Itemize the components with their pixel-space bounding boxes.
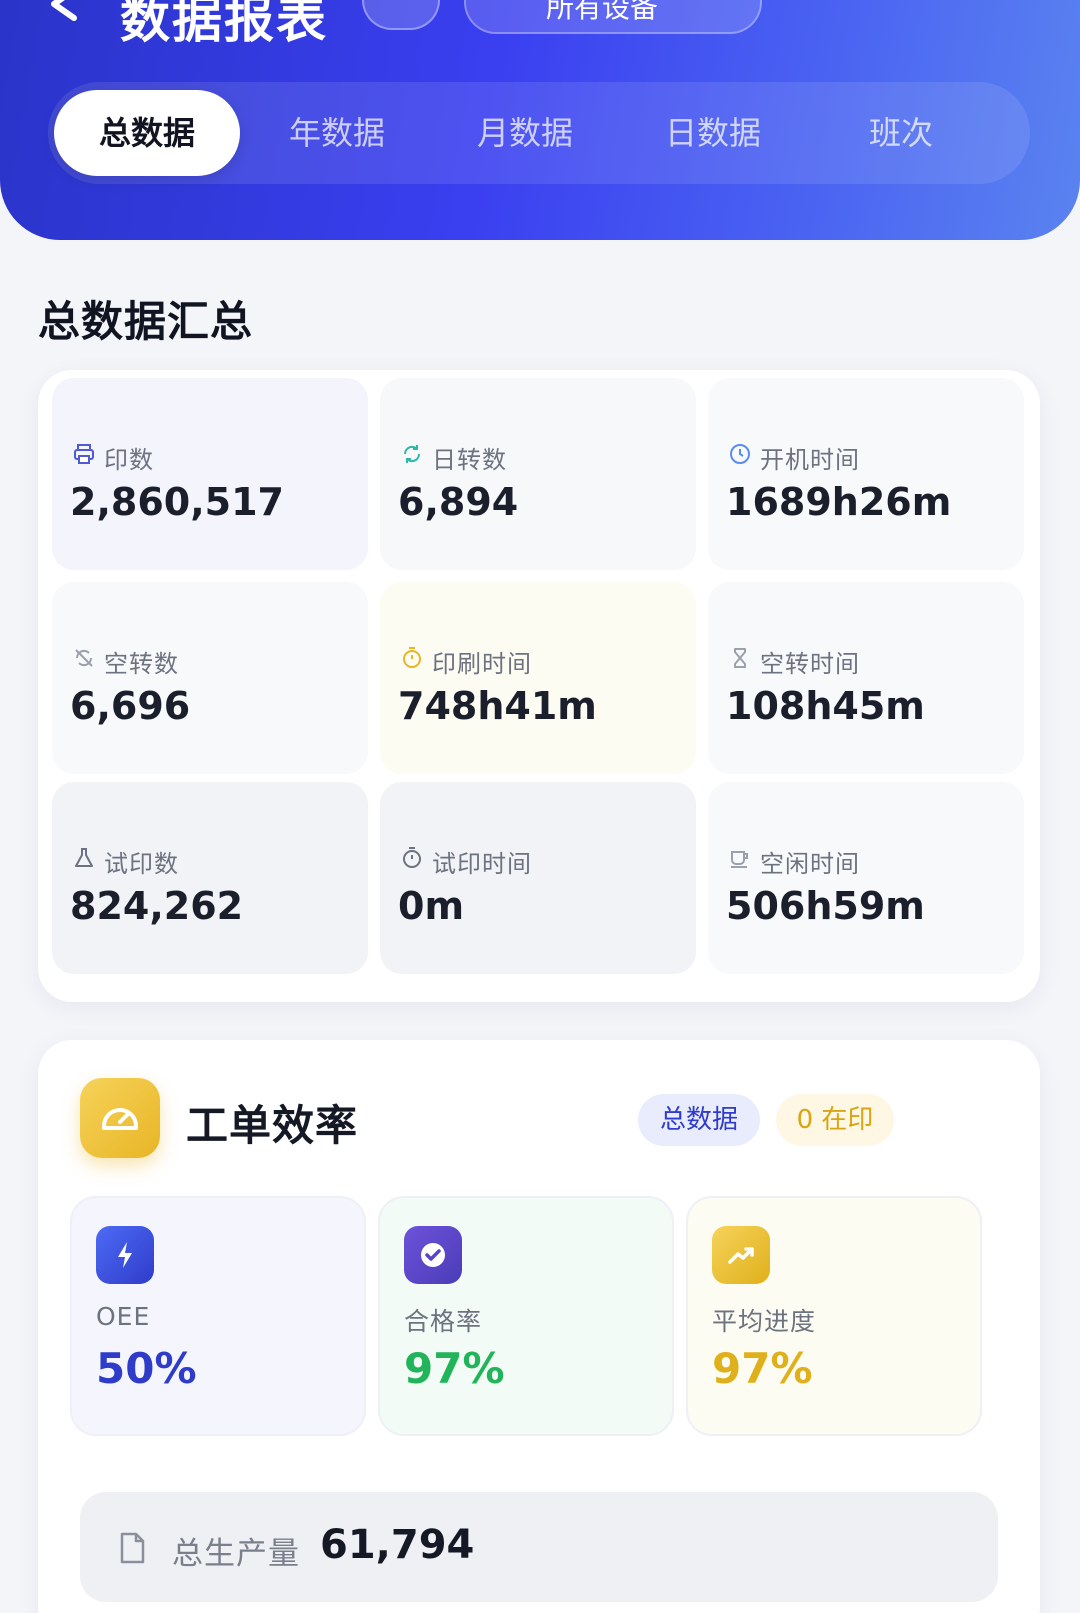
metric-avg-progress: 平均进度 97%: [686, 1196, 982, 1436]
stat-value: 6,696: [70, 684, 191, 728]
stat-value: 506h59m: [726, 884, 925, 928]
stat-value: 108h45m: [726, 684, 925, 728]
stat-label: 空闲时间: [760, 850, 860, 878]
stat-label: 空转数: [104, 650, 179, 678]
hourglass-icon: [734, 648, 746, 668]
stat-value: 0m: [398, 884, 465, 928]
metric-value: 97%: [404, 1344, 505, 1393]
efficiency-card: 工单效率 总数据 0 在印 OEE 50% 合格率 97% 平均进度 97% 总…: [38, 1040, 1040, 1613]
header: 数据报表 所有设备 总数据 年数据 月数据 日数据 班次: [0, 0, 1080, 240]
metric-value: 97%: [712, 1344, 813, 1393]
efficiency-title: 工单效率: [186, 1101, 359, 1150]
device-selector-label: 所有设备: [546, 0, 659, 24]
stat-free-time: 空闲时间 506h59m: [708, 782, 1024, 974]
tab-month[interactable]: 月数据: [432, 90, 618, 176]
stat-value: 2,860,517: [70, 480, 284, 524]
top-bar: 数据报表 所有设备: [0, 0, 1080, 49]
gauge-icon: [80, 1078, 160, 1158]
trend-up-icon: [712, 1226, 770, 1284]
stat-idle-rotations: 空转数 6,696: [52, 582, 368, 774]
stat-trial-print-time: 试印时间 0m: [380, 782, 696, 974]
tab-day[interactable]: 日数据: [620, 90, 806, 176]
total-production-bar: 总生产量 61,794: [80, 1492, 998, 1602]
stat-idle-time: 空转时间 108h45m: [708, 582, 1024, 774]
stat-print-count: 印数 2,860,517: [52, 378, 368, 570]
stat-label: 试印时间: [432, 850, 532, 878]
document-icon: [120, 1532, 145, 1564]
stat-label: 日转数: [432, 446, 507, 474]
tab-year[interactable]: 年数据: [244, 90, 430, 176]
printing-count-badge: 0 在印: [776, 1094, 894, 1146]
menu-button[interactable]: [362, 0, 440, 30]
metric-label: OEE: [96, 1302, 151, 1331]
scope-badge: 总数据: [638, 1094, 760, 1146]
stat-daily-rotations: 日转数 6,894: [380, 378, 696, 570]
back-arrow-icon: [51, 0, 77, 21]
stat-print-time: 印刷时间 748h41m: [380, 582, 696, 774]
total-production-label: 总生产量: [172, 1536, 300, 1572]
metric-label: 合格率: [404, 1307, 483, 1336]
period-tabs: 总数据 年数据 月数据 日数据 班次: [48, 82, 1030, 184]
metric-label: 平均进度: [712, 1307, 817, 1336]
verified-icon: [404, 1226, 462, 1284]
summary-card: 印数 2,860,517 日转数 6,894 开机时间 1689h26m 空转数…: [38, 370, 1040, 1002]
rotate-icon: [403, 445, 421, 463]
printer-icon: [74, 444, 94, 464]
stat-label: 印刷时间: [432, 650, 532, 678]
stat-label: 印数: [104, 446, 154, 474]
bolt-icon: [96, 1226, 154, 1284]
section-title: 总数据汇总: [38, 297, 254, 346]
stopwatch-icon: [403, 647, 421, 668]
stat-label: 空转时间: [760, 650, 860, 678]
stat-label: 开机时间: [760, 446, 860, 474]
idle-rotate-icon: [75, 649, 93, 667]
clock-icon: [730, 444, 750, 464]
total-production-value: 61,794: [320, 1522, 475, 1568]
stat-trial-print-count: 试印数 824,262: [52, 782, 368, 974]
metric-oee: OEE 50%: [70, 1196, 366, 1436]
stat-power-on-time: 开机时间 1689h26m: [708, 378, 1024, 570]
coffee-icon: [731, 851, 748, 868]
stat-value: 824,262: [70, 884, 244, 928]
device-selector[interactable]: 所有设备: [464, 0, 762, 34]
flask-icon: [75, 848, 93, 867]
stat-value: 748h41m: [398, 684, 597, 728]
page-title: 数据报表: [120, 0, 328, 49]
metric-value: 50%: [96, 1344, 197, 1393]
back-button[interactable]: [40, 0, 90, 24]
stat-value: 1689h26m: [726, 480, 952, 524]
stat-value: 6,894: [398, 480, 519, 524]
metric-pass-rate: 合格率 97%: [378, 1196, 674, 1436]
tab-shift[interactable]: 班次: [808, 90, 994, 176]
stat-label: 试印数: [104, 850, 179, 878]
tab-total[interactable]: 总数据: [54, 90, 240, 176]
timer-icon: [403, 847, 421, 868]
